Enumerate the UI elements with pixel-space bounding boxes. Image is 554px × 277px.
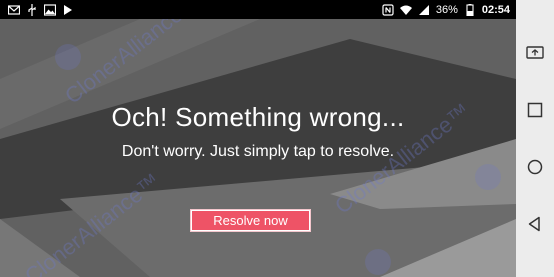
- image-icon: [44, 3, 56, 16]
- status-bar: 36% 02:54: [0, 0, 516, 19]
- download-icon: [62, 4, 74, 16]
- battery-icon: [464, 3, 476, 16]
- recents-icon: [527, 102, 543, 118]
- error-screen: ClonerAlliance™ ClonerAlliance™ ClonerAl…: [0, 19, 516, 277]
- usb-icon: [26, 3, 38, 16]
- error-title: Och! Something wrong...: [111, 102, 405, 132]
- watermark-logo: [55, 44, 81, 70]
- nfc-icon: [382, 3, 394, 16]
- watermark-logo: [475, 164, 501, 190]
- watermark-logo: [365, 249, 391, 275]
- navigation-bar: [516, 0, 554, 277]
- back-button[interactable]: [525, 214, 545, 234]
- status-right-icons: 36% 02:54: [382, 3, 510, 16]
- screen-cast-button[interactable]: [525, 43, 545, 63]
- gmail-icon: [8, 4, 20, 16]
- home-button[interactable]: [525, 157, 545, 177]
- home-icon: [527, 159, 543, 175]
- signal-icon: [418, 4, 430, 16]
- battery-percentage: 36%: [435, 3, 458, 16]
- recents-button[interactable]: [525, 100, 545, 120]
- clock: 02:54: [481, 3, 510, 16]
- screen-cast-icon: [526, 45, 544, 59]
- status-left-icons: [8, 3, 74, 16]
- error-subtitle: Don't worry. Just simply tap to resolve.: [121, 143, 395, 160]
- resolve-now-button[interactable]: Resolve now: [190, 209, 311, 232]
- back-icon: [528, 217, 540, 232]
- wifi-icon: [399, 4, 412, 16]
